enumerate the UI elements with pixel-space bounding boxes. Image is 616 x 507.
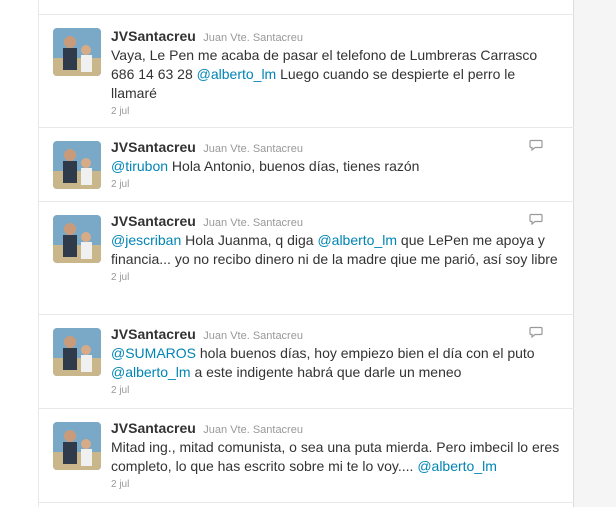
mention-link[interactable]: @alberto_lm [197,66,277,82]
full-name[interactable]: Juan Vte. Santacreu [203,217,303,229]
avatar[interactable] [53,28,101,76]
right-gutter [573,0,616,507]
mention-link[interactable]: @jescriban [111,232,181,248]
avatar[interactable] [53,328,101,376]
avatar[interactable] [53,422,101,470]
screen-name[interactable]: JVSantacreu [111,420,196,436]
tweet-text-segment: hola buenos días, hoy empiezo bien el dí… [196,345,535,361]
mention-link[interactable]: @alberto_lm [417,458,497,474]
full-name[interactable]: Juan Vte. Santacreu [203,424,303,436]
tweet-text: @jescriban Hola Juanma, q diga @alberto_… [111,231,561,269]
reply-icon[interactable] [529,213,543,225]
reply-icon[interactable] [529,139,543,151]
tweet-text: @tirubon Hola Antonio, buenos días, tien… [111,157,561,176]
timestamp[interactable]: 2 jul [111,385,561,397]
full-name[interactable]: Juan Vte. Santacreu [203,330,303,342]
screen-name[interactable]: JVSantacreu [111,213,196,229]
timestamp[interactable]: 2 jul [111,479,561,491]
mention-link[interactable]: @alberto_lm [111,364,191,380]
timestamp[interactable]: 2 jul [111,106,561,118]
avatar[interactable] [53,215,101,263]
mention-link[interactable]: @alberto_lm [317,232,397,248]
tweet[interactable]: JVSantacreu Juan Vte. Santacreu Vaya, Le… [39,15,574,127]
tweet[interactable]: JVSantacreu Juan Vte. Santacreu @SUMAROS… [39,315,574,408]
full-name[interactable]: Juan Vte. Santacreu [203,143,303,155]
mention-link[interactable]: @tirubon [111,158,168,174]
tweet-text: @SUMAROS hola buenos días, hoy empiezo b… [111,344,561,382]
tweet[interactable]: JVSantacreu Juan Vte. Santacreu @jescrib… [39,202,574,314]
tweet[interactable]: JVSantacreu Juan Vte. Santacreu Mitad in… [39,409,574,507]
avatar[interactable] [53,141,101,189]
screen-name[interactable]: JVSantacreu [111,28,196,44]
tweet[interactable]: JVSantacreu Juan Vte. Santacreu @tirubon… [39,128,574,201]
screen-name[interactable]: JVSantacreu [111,326,196,342]
screen-name[interactable]: JVSantacreu [111,139,196,155]
tweet-divider [39,502,574,503]
timestamp[interactable]: 2 jul [111,272,561,284]
tweet-text: Mitad ing., mitad comunista, o sea una p… [111,438,561,476]
tweet-text-segment: Hola Juanma, q diga [181,232,318,248]
reply-icon[interactable] [529,326,543,338]
timestamp[interactable]: 2 jul [111,179,561,191]
mention-link[interactable]: @SUMAROS [111,345,196,361]
tweet-text-segment: a este indigente habrá que darle un mene… [190,364,462,380]
tweet-text-segment: Hola Antonio, buenos días, tienes razón [168,158,420,174]
tweet-text: Vaya, Le Pen me acaba de pasar el telefo… [111,46,561,103]
full-name[interactable]: Juan Vte. Santacreu [203,32,303,44]
timeline[interactable]: JVSantacreu Juan Vte. Santacreu Vaya, Le… [38,0,574,507]
